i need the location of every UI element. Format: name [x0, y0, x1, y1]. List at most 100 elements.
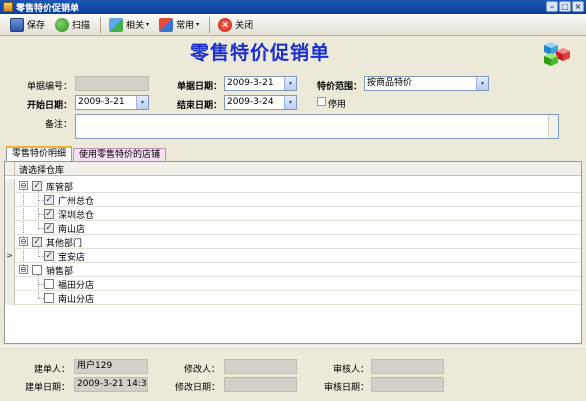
toolbar: 保存 扫描 相关 ▾ 常用 ▾ × 关闭 [0, 14, 586, 36]
scan-button[interactable]: 扫描 [51, 16, 94, 34]
related-label: 相关 [126, 21, 145, 31]
memo-textarea[interactable] [75, 114, 559, 139]
close-window-button[interactable]: × [572, 1, 584, 12]
end-date-field[interactable]: 2009-3-24 ▾ [224, 95, 297, 110]
cubes-logo-icon [544, 42, 570, 66]
row-indicator [5, 277, 15, 291]
window-controls: – □ × [546, 1, 584, 12]
app-icon [3, 2, 13, 12]
memo-label: 备注： [44, 120, 72, 130]
related-menu-button[interactable]: 相关 ▾ [105, 16, 153, 34]
tree-row[interactable]: ⊖ 销售部 [5, 263, 581, 277]
tree-row[interactable]: > ✓ 宝安店 [5, 249, 581, 263]
tree-node-label: 销售部 [46, 267, 74, 277]
tree-checkbox[interactable]: ✓ [32, 181, 42, 191]
tree-checkbox[interactable]: ✓ [32, 237, 42, 247]
form-title: 零售特价促销单 [190, 42, 331, 64]
modify-date-label: 修改日期： [174, 383, 220, 393]
scan-label: 扫描 [72, 21, 91, 31]
close-button[interactable]: × 关闭 [214, 16, 257, 34]
chevron-down-icon[interactable]: ▾ [284, 96, 296, 109]
doc-no-field[interactable] [75, 76, 149, 91]
tree-row[interactable]: 南山分店 [5, 291, 581, 305]
start-date-label: 开始日期： [26, 101, 72, 111]
modifier-field [224, 359, 297, 374]
close-label: 关闭 [235, 21, 254, 31]
minimize-button[interactable]: – [546, 1, 558, 12]
collapse-toggle-icon[interactable]: ⊖ [19, 181, 28, 190]
tree-node-label: 广州总仓 [58, 197, 95, 207]
start-date-field[interactable]: 2009-3-21 ▾ [75, 95, 149, 110]
footer-divider [0, 346, 586, 347]
tree-node-label: 南山分店 [58, 295, 95, 305]
tree-row[interactable]: ✓ 南山店 [5, 221, 581, 235]
save-label: 保存 [27, 21, 46, 31]
audit-date-label: 审核日期： [323, 383, 369, 393]
common-icon [159, 17, 174, 32]
tree-checkbox[interactable]: ✓ [44, 195, 54, 205]
tree-header-label: 请选择仓库 [19, 166, 65, 176]
window-title: 零售特价促销单 [16, 3, 80, 14]
tree-checkbox[interactable]: ✓ [44, 209, 54, 219]
row-indicator-header [5, 162, 15, 175]
scope-select[interactable]: 按商品特价 ▾ [364, 76, 489, 91]
tree-row[interactable]: ✓ 深圳总仓 [5, 207, 581, 221]
tree-checkbox[interactable] [44, 293, 54, 303]
auditor-label: 审核人： [332, 365, 369, 375]
create-date-field: 2009-3-21 14:30 [74, 377, 148, 392]
tree-checkbox[interactable]: ✓ [44, 223, 54, 233]
collapse-toggle-icon[interactable]: ⊖ [19, 237, 28, 246]
chevron-down-icon[interactable]: ▾ [136, 96, 148, 109]
modifier-label: 修改人： [183, 365, 220, 375]
tab-strip: 零售特价明细 使用零售特价的店铺 [6, 146, 167, 161]
save-icon [10, 17, 24, 32]
chevron-down-icon: ▾ [196, 21, 200, 28]
tree-node-label: 宝安店 [58, 253, 86, 263]
tree-row[interactable]: ⊖ ✓ 库管部 [5, 179, 581, 193]
chevron-down-icon[interactable]: ▾ [284, 77, 296, 90]
disabled-checkbox[interactable] [317, 97, 326, 106]
tree-checkbox[interactable] [32, 265, 42, 275]
tree-node-label: 福田分店 [58, 281, 95, 291]
save-button[interactable]: 保存 [6, 16, 49, 34]
row-indicator [5, 235, 15, 249]
tab-promo-details[interactable]: 零售特价明细 [6, 146, 73, 161]
start-date-value: 2009-3-21 [78, 97, 125, 107]
disabled-label: 停用 [328, 100, 347, 110]
tree-row[interactable]: ⊖ ✓ 其他部门 [5, 235, 581, 249]
warehouse-tree-panel: 请选择仓库 ⊖ ✓ 库管部 ✓ 广州总仓 ✓ 深圳总仓 ✓ 南山店 ⊖ ✓ 其他… [4, 161, 582, 344]
modify-date-field [224, 377, 297, 392]
chevron-down-icon: ▾ [146, 21, 150, 28]
tree-node-label: 其他部门 [46, 239, 83, 249]
doc-date-label: 单据日期： [176, 82, 222, 92]
doc-no-label: 单据编号： [26, 82, 72, 92]
collapse-toggle-icon[interactable]: ⊖ [19, 265, 28, 274]
row-indicator [5, 179, 15, 193]
row-indicator [5, 193, 15, 207]
tree-header: 请选择仓库 [5, 162, 581, 176]
memo-scrollbar[interactable] [548, 115, 558, 138]
tab-promo-stores[interactable]: 使用零售特价的店铺 [73, 148, 167, 161]
maximize-button[interactable]: □ [559, 1, 571, 12]
end-date-value: 2009-3-24 [227, 97, 274, 107]
tree-checkbox[interactable] [44, 279, 54, 289]
doc-date-value: 2009-3-21 [227, 78, 274, 88]
creator-label: 建单人： [33, 365, 70, 375]
current-row-indicator: > [5, 249, 15, 263]
tree-row[interactable]: ✓ 广州总仓 [5, 193, 581, 207]
doc-date-field[interactable]: 2009-3-21 ▾ [224, 76, 297, 91]
tree-checkbox[interactable]: ✓ [44, 251, 54, 261]
scope-label: 特价范围： [316, 82, 362, 92]
scan-icon [55, 17, 70, 32]
toolbar-separator [100, 16, 102, 33]
row-indicator [5, 263, 15, 277]
common-menu-button[interactable]: 常用 ▾ [155, 16, 203, 34]
tree-row[interactable]: 福田分店 [5, 277, 581, 291]
create-date-label: 建单日期： [24, 383, 70, 393]
common-label: 常用 [176, 21, 195, 31]
row-indicator [5, 291, 15, 305]
scope-value: 按商品特价 [367, 78, 413, 88]
audit-date-field [371, 377, 444, 392]
tree-node-label: 深圳总仓 [58, 211, 95, 221]
chevron-down-icon[interactable]: ▾ [476, 77, 488, 90]
